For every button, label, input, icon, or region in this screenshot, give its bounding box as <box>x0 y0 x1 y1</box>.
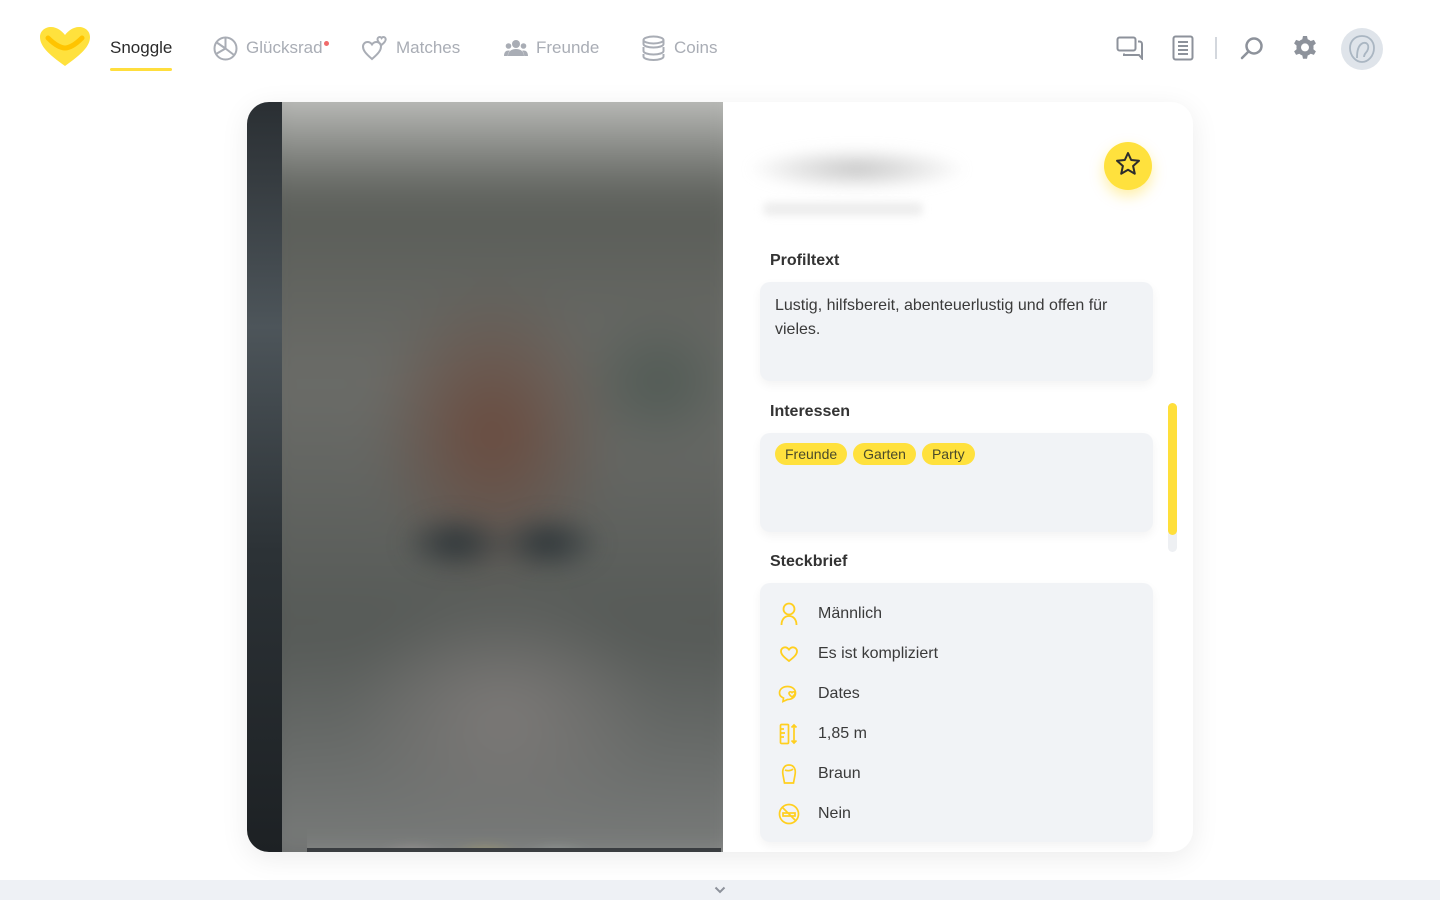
chat-icon[interactable] <box>1110 28 1150 68</box>
interest-chip[interactable]: Garten <box>853 443 916 465</box>
nav-coins[interactable]: Coins <box>641 33 717 63</box>
nav-gluecksrad-label: Glücksrad <box>246 38 329 58</box>
nav-freunde[interactable]: Freunde <box>504 33 599 63</box>
top-right-icons <box>1116 28 1402 70</box>
nav-freunde-label: Freunde <box>536 38 600 57</box>
steckbrief-title: Steckbrief <box>770 553 848 570</box>
profiltext-value: Lustig, hilfsbereit, abenteuerlustig und… <box>775 297 1108 338</box>
person-icon <box>776 601 802 627</box>
interest-chip[interactable]: Party <box>921 443 975 465</box>
interest-chip[interactable]: Freunde <box>775 443 848 465</box>
profiltext-box: Lustig, hilfsbereit, abenteuerlustig und… <box>760 282 1153 381</box>
nav-coins-label: Coins <box>674 38 718 57</box>
logo-heart-icon[interactable] <box>38 26 92 68</box>
hearts-icon <box>362 35 388 61</box>
chevron-down-icon[interactable] <box>714 881 726 899</box>
friends-icon <box>504 38 528 58</box>
notification-dot <box>323 41 329 46</box>
steckbrief-row-smoking: Nein <box>776 801 851 827</box>
search-icon[interactable] <box>1232 28 1272 68</box>
nav-snoggle[interactable]: Snoggle <box>110 33 173 71</box>
steckbrief-row-relationship: Es ist kompliziert <box>776 641 938 667</box>
coins-icon <box>641 35 666 61</box>
speech-hearts-icon <box>776 681 802 707</box>
steckbrief-row-height: 1,85 m <box>776 721 867 747</box>
height-icon <box>776 721 802 747</box>
steckbrief-value: Braun <box>818 765 861 782</box>
profile-subtitle-blurred <box>763 202 923 216</box>
avatar[interactable] <box>1341 28 1383 70</box>
interessen-title: Interessen <box>770 403 851 420</box>
heart-icon <box>776 641 802 667</box>
wheel-icon <box>213 36 238 61</box>
gear-icon[interactable] <box>1285 28 1325 68</box>
star-icon <box>1115 151 1141 182</box>
steckbrief-row-gender: Männlich <box>776 601 882 627</box>
active-tab-underline <box>110 68 173 71</box>
info-scrollbar-thumb[interactable] <box>1168 403 1177 535</box>
steckbrief-box: Männlich Es ist kompliziert Dates 1,85 m… <box>760 583 1153 842</box>
profile-info-panel: Profiltext Lustig, hilfsbereit, abenteue… <box>723 102 1193 852</box>
nav-matches-label: Matches <box>396 38 461 57</box>
info-scrollbar[interactable] <box>1168 403 1177 552</box>
nav-snoggle-label: Snoggle <box>110 38 173 57</box>
profile-name-blurred <box>747 146 967 192</box>
steckbrief-value: 1,85 m <box>818 725 867 742</box>
steckbrief-value: Männlich <box>818 605 883 622</box>
notes-icon[interactable] <box>1163 28 1203 68</box>
top-navigation: Snoggle Glücksrad Matches Freunde Coins <box>0 0 1440 92</box>
favorite-button[interactable] <box>1104 142 1152 190</box>
nav-gluecksrad[interactable]: Glücksrad <box>213 33 329 63</box>
profiltext-title: Profiltext <box>770 252 840 269</box>
no-smoking-icon <box>776 801 802 827</box>
steckbrief-value: Nein <box>818 805 851 822</box>
steckbrief-value: Es ist kompliziert <box>818 645 939 662</box>
steckbrief-row-looking-for: Dates <box>776 681 860 707</box>
nav-matches[interactable]: Matches <box>362 33 460 63</box>
nav-divider <box>1215 37 1217 59</box>
interest-chips: Freunde Garten Party <box>775 443 975 465</box>
bottom-expand-bar[interactable] <box>0 880 1440 900</box>
steckbrief-row-hair: Braun <box>776 761 861 787</box>
profile-photo[interactable] <box>282 102 723 852</box>
hair-icon <box>776 761 802 787</box>
interessen-box: Freunde Garten Party <box>760 433 1153 532</box>
profile-card: Profiltext Lustig, hilfsbereit, abenteue… <box>247 102 1193 852</box>
steckbrief-value: Dates <box>818 685 860 702</box>
